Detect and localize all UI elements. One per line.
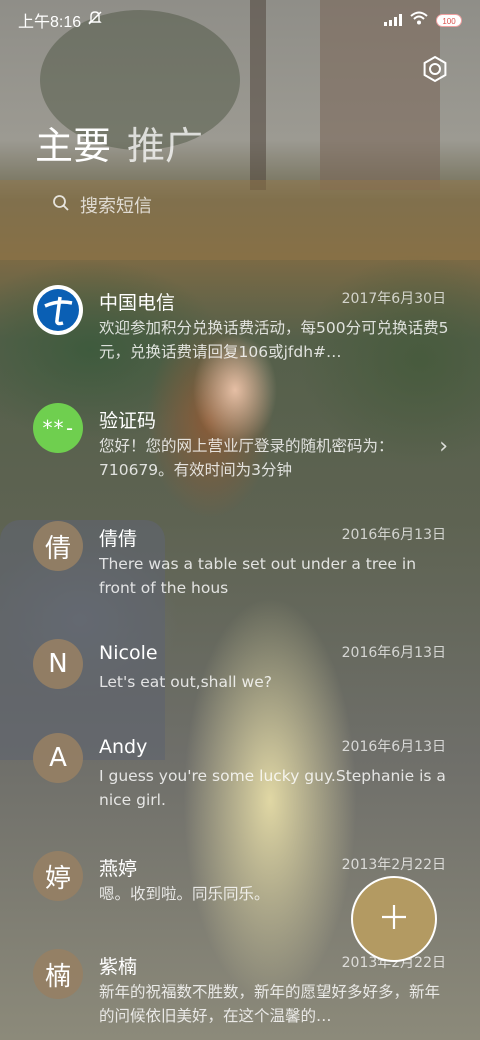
tab-promotions[interactable]: 推广 (127, 115, 203, 170)
conversation-preview: 您好！您的网上营业厅登录的随机密码为：710679。有效时间为3分钟 (99, 437, 394, 479)
contact-avatar: A (33, 733, 83, 783)
signal-icon (384, 14, 402, 26)
conversation-date: 2016年6月13日 (341, 739, 446, 755)
mute-icon (87, 10, 103, 30)
conversation-preview: I guess you're some lucky guy.Stephanie … (99, 767, 446, 809)
conversation-preview: There was a table set out under a tree i… (99, 555, 417, 597)
conversation-item[interactable]: N Nicole 2016年6月13日 Let's eat out,shall … (0, 630, 480, 724)
conversation-date: 2013年2月22日 (341, 857, 446, 873)
conversation-item[interactable]: 倩 倩倩 2016年6月13日 There was a table set ou… (0, 512, 480, 630)
contact-avatar: N (33, 639, 83, 689)
conversation-item[interactable]: 中国电信 2017年6月30日 欢迎参加积分兑换话费活动，每500分可兑换话费5… (0, 276, 480, 394)
conversation-date: 2016年6月13日 (341, 527, 446, 543)
search-icon (52, 194, 70, 217)
conversation-name: Andy (99, 736, 148, 758)
contact-avatar: 倩 (33, 521, 83, 571)
conversation-date: 2016年6月13日 (341, 645, 446, 661)
conversation-item[interactable]: **- 验证码 您好！您的网上营业厅登录的随机密码为：710679。有效时间为3… (0, 394, 480, 512)
conversation-name: 倩倩 (99, 528, 138, 550)
conversation-preview: Let's eat out,shall we? (99, 673, 272, 691)
conversation-item[interactable]: A Andy 2016年6月13日 I guess you're some lu… (0, 724, 480, 842)
conversation-preview: 欢迎参加积分兑换话费活动，每500分可兑换话费5元，兑换话费请回复106或jfd… (99, 319, 449, 361)
settings-button[interactable] (420, 54, 450, 84)
gear-icon (420, 55, 450, 88)
plus-icon (379, 902, 409, 936)
tab-bar: 主要 推广 (35, 115, 203, 170)
conversation-name: 紫楠 (99, 956, 138, 978)
compose-button[interactable] (351, 876, 437, 962)
conversation-name: 中国电信 (99, 292, 176, 314)
wifi-icon (410, 11, 428, 29)
verification-code-avatar: **- (33, 403, 83, 453)
chevron-right-icon[interactable]: › (439, 434, 448, 459)
conversation-date: 2017年6月30日 (341, 291, 446, 307)
conversation-name: Nicole (99, 642, 158, 664)
contact-avatar: 婷 (33, 851, 83, 901)
search-placeholder[interactable]: 搜索短信 (80, 192, 152, 218)
contact-avatar: 楠 (33, 949, 83, 999)
search-bar[interactable]: 搜索短信 (52, 192, 152, 218)
status-bar: 上午8:16 100 (0, 0, 480, 40)
status-time: 上午8:16 (18, 14, 82, 31)
china-telecom-logo-icon (33, 285, 83, 335)
conversation-name: 验证码 (99, 410, 157, 432)
conversation-preview: 新年的祝福数不胜数，新年的愿望好多好多，新年的问候依旧美好，在这个温馨的… (99, 983, 441, 1025)
tab-main[interactable]: 主要 (35, 115, 111, 170)
conversation-name: 燕婷 (99, 858, 138, 880)
battery-icon: 100 (436, 13, 462, 27)
